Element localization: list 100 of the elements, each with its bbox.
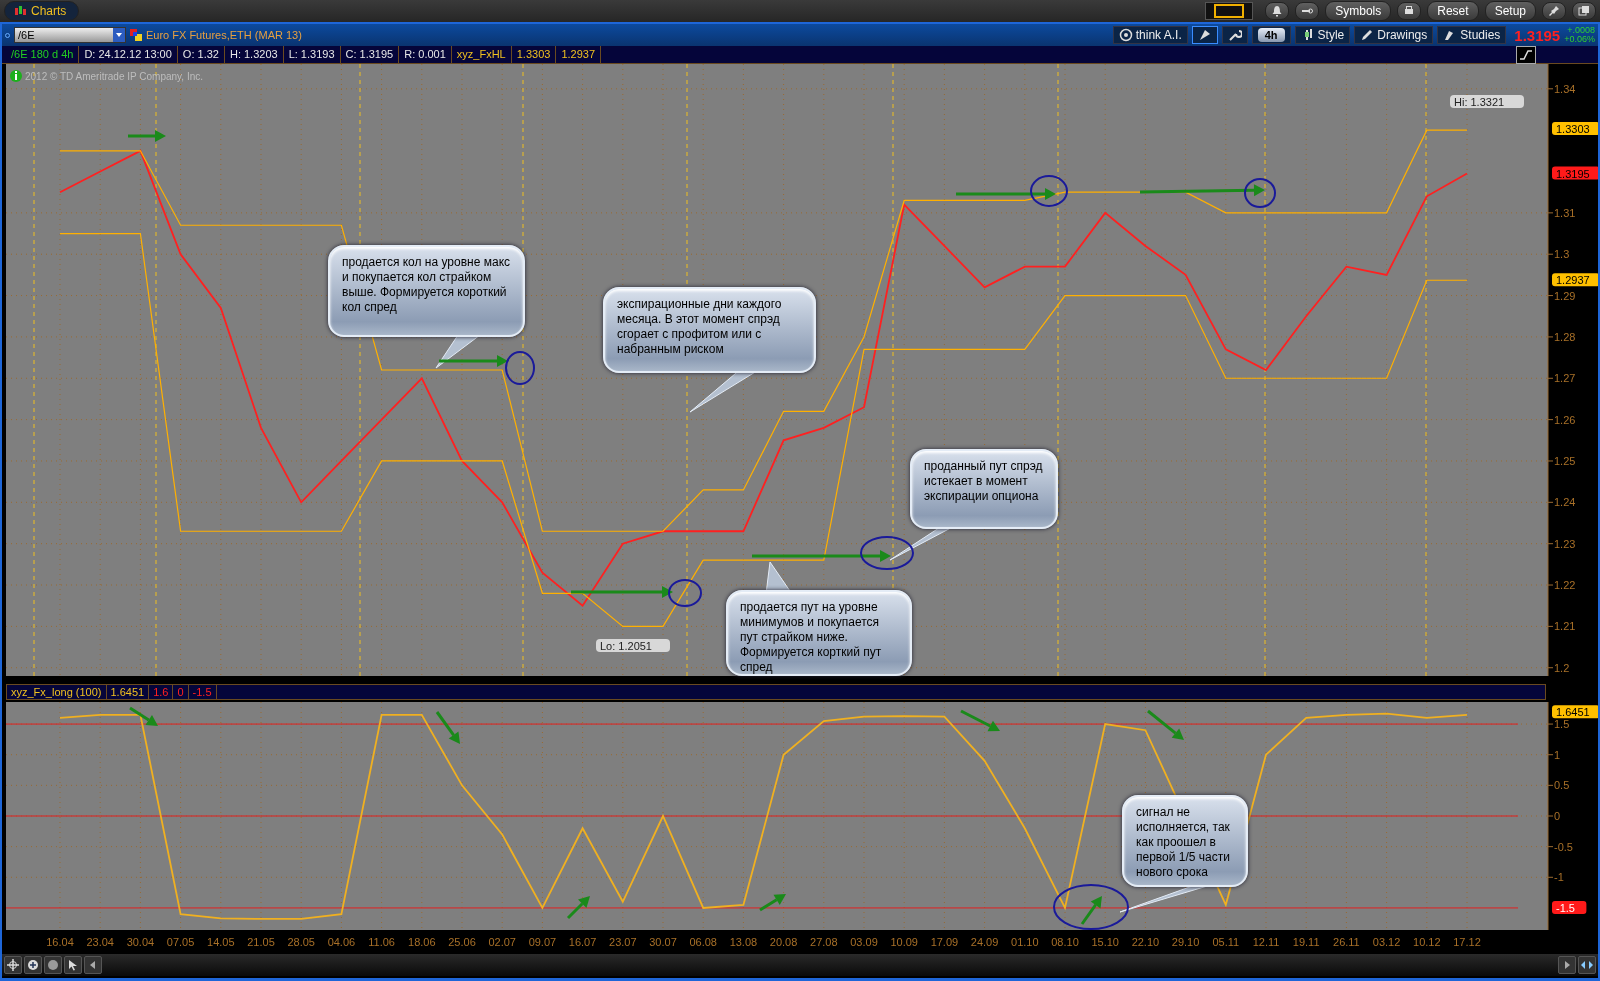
- callout-note: сигнал не исполняется, так как проошел в первой 1/5 части нового срока: [1122, 795, 1248, 887]
- dropdown-icon: [115, 31, 123, 39]
- date-label: 04.06: [327, 936, 356, 948]
- price-tag: 1.3195: [1552, 166, 1598, 180]
- window-icon[interactable]: [1572, 2, 1596, 20]
- info-value: O: 1.32: [177, 46, 225, 63]
- info-value: /6E 180 d 4h: [6, 46, 80, 63]
- zoom-in-button[interactable]: [24, 956, 42, 974]
- date-label: 17.12: [1453, 936, 1481, 948]
- axis-label: 0.5: [1554, 779, 1570, 792]
- dot-icon: [5, 32, 10, 38]
- arrow: [759, 894, 786, 912]
- date-label: 18.06: [408, 936, 436, 948]
- date-label: 09.07: [528, 936, 557, 948]
- pointer-icon: [67, 959, 79, 971]
- arrow: [566, 896, 590, 920]
- arrow: [1080, 896, 1102, 925]
- study-value: 0: [173, 685, 189, 699]
- bell-icon[interactable]: [1265, 2, 1290, 20]
- date-label: 24.09: [970, 936, 999, 948]
- scroll-right-button[interactable]: [1558, 956, 1576, 974]
- date-label: 21.05: [247, 936, 275, 948]
- info-value: C: 1.3195: [340, 46, 400, 63]
- axis-label: -1: [1554, 871, 1564, 884]
- study-value: xyz_Fx_long (100): [7, 685, 107, 699]
- axis-label: 1.23: [1554, 537, 1576, 550]
- date-label: 30.04: [126, 936, 155, 948]
- axis-label: 1: [1554, 748, 1561, 761]
- date-label: 02.07: [488, 936, 516, 948]
- low-label: Lo: 1.2051: [596, 639, 670, 652]
- date-label: 23.07: [609, 936, 637, 948]
- callout-note: продается пут на уровне минимумов и покупается пут страйком ниже. Формируется корткий пут спред: [726, 590, 912, 676]
- date-label: 26.11: [1333, 936, 1360, 948]
- price-tag: 1.2937: [1552, 273, 1598, 287]
- zoom-out-icon: [47, 959, 59, 971]
- axis-label: 1.21: [1554, 620, 1576, 633]
- date-label: 06.08: [689, 936, 717, 948]
- callout-note: проданный пут спрэд истекает в момент экспирации опциона: [910, 449, 1058, 529]
- date-label: 03.12: [1372, 936, 1401, 948]
- symbol-field[interactable]: /6E: [14, 27, 126, 43]
- date-label: 07.05: [166, 936, 195, 948]
- arrow: [960, 709, 1000, 732]
- expand-button[interactable]: [1578, 956, 1596, 974]
- pencil-icon: [1360, 28, 1375, 42]
- date-label: 13.08: [729, 936, 758, 948]
- axis-label: 0: [1554, 810, 1561, 822]
- date-label: 25.06: [448, 936, 476, 948]
- charts-tab[interactable]: Charts: [4, 1, 80, 21]
- date-label: 10.09: [890, 936, 918, 948]
- callout-note: экспирационные дни каждого месяца. В этот момент спрэд сгорает с профитом или с набранным риском: [603, 287, 816, 373]
- key-icon[interactable]: [1295, 2, 1320, 20]
- info-value: xyz_FxHL: [451, 46, 512, 63]
- printer-icon[interactable]: [1397, 2, 1422, 20]
- axis-label: -0.5: [1554, 840, 1573, 853]
- tool-button[interactable]: think A.I.: [1112, 26, 1188, 44]
- arrow: [129, 706, 158, 726]
- tool-button[interactable]: Studies: [1437, 26, 1507, 44]
- color-swatch[interactable]: [1205, 2, 1254, 20]
- arrow: [435, 711, 460, 744]
- tool-button[interactable]: Drawings: [1354, 26, 1434, 44]
- date-label: 01.10: [1011, 936, 1039, 948]
- date-label: 03.09: [850, 936, 878, 948]
- axis-label: 1.27: [1554, 372, 1576, 385]
- study-tag: -1.5: [1552, 900, 1587, 914]
- symbol-flag-icon: [130, 29, 142, 41]
- date-label: 23.04: [86, 936, 114, 948]
- axis-label: 1.26: [1554, 413, 1576, 426]
- date-label: 22.10: [1131, 936, 1160, 948]
- scroll-left-button[interactable]: [84, 956, 102, 974]
- axis-label: 1.5: [1554, 718, 1570, 731]
- date-label: 17.09: [930, 936, 959, 948]
- date-label: 16.07: [568, 936, 597, 948]
- info-value: D: 24.12.12 13:00: [79, 46, 178, 63]
- info-value: H: 1.3203: [224, 46, 284, 63]
- eye-icon: [1118, 28, 1133, 42]
- date-label: 28.05: [287, 936, 315, 948]
- toolbar-button[interactable]: Symbols: [1325, 1, 1392, 21]
- circle-marker: [860, 536, 914, 570]
- circle-marker: [1030, 175, 1068, 207]
- circle-marker: [1244, 178, 1276, 208]
- axis-label: 1.25: [1554, 454, 1576, 467]
- date-label: 15.10: [1091, 936, 1119, 948]
- date-label: 11.06: [368, 936, 395, 948]
- zoom-out-button[interactable]: [44, 956, 62, 974]
- pin-icon[interactable]: [1542, 2, 1566, 20]
- date-label: 10.12: [1413, 936, 1441, 948]
- pointer-button[interactable]: [64, 956, 82, 974]
- date-label: 30.07: [649, 936, 677, 948]
- circle-marker: [668, 579, 702, 607]
- info-icon: [10, 70, 22, 82]
- date-label: 08.10: [1051, 936, 1079, 948]
- toolbar-button[interactable]: Setup: [1484, 1, 1536, 21]
- date-label: 20.08: [769, 936, 798, 948]
- date-label: 12.11: [1252, 936, 1280, 948]
- crosshair-button[interactable]: [4, 956, 22, 974]
- axis-label: 1.34: [1554, 82, 1576, 95]
- toolbar-button[interactable]: Reset: [1427, 1, 1479, 21]
- tool-button[interactable]: Style: [1294, 26, 1351, 44]
- info-value: 1.2937: [556, 46, 602, 63]
- timeframe-button[interactable]: 4h: [1251, 26, 1291, 44]
